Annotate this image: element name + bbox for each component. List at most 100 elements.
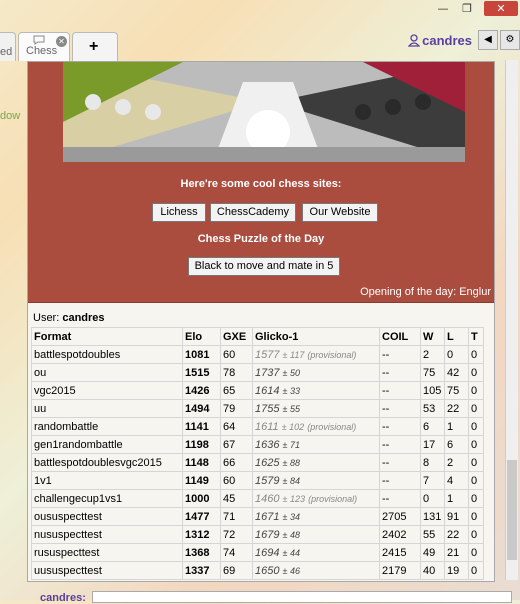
- puzzle-heading: Chess Puzzle of the Day: [197, 233, 325, 245]
- cell-format: challengecup1vs1: [31, 489, 183, 508]
- glicko-rating: 1579: [255, 474, 280, 487]
- cell-glicko: 1679 ± 48: [252, 525, 380, 544]
- cell-l: 6: [444, 435, 469, 454]
- glicko-value: 1636 ± 71: [255, 439, 300, 451]
- cell-gxe: 72: [220, 525, 253, 544]
- table-row: battlespotdoubles 1081 60 1577 ± 117 (provi…: [31, 345, 484, 364]
- cell-w: 49: [420, 543, 445, 562]
- cell-gxe: 67: [220, 435, 253, 454]
- lichess-button[interactable]: Lichess: [152, 203, 206, 222]
- cell-t: 0: [468, 561, 484, 580]
- table-row: rususpecttest 1368 74 1694 ± 44 2415 49 21 0: [31, 543, 484, 562]
- glicko-rating: 1460: [255, 492, 280, 505]
- cell-format: randombattle: [31, 417, 183, 436]
- cell-coil: --: [379, 345, 421, 364]
- cell-w: 2: [420, 345, 445, 364]
- cell-format: gen1randombattle: [31, 435, 183, 454]
- glicko-deviation: ± 102: [281, 421, 305, 432]
- cell-t: 0: [468, 471, 484, 490]
- chat-bubble-icon: [33, 35, 45, 45]
- cell-w: 105: [420, 381, 445, 400]
- cell-t: 0: [468, 363, 484, 382]
- cell-l: 22: [444, 525, 469, 544]
- chat-input[interactable]: [92, 591, 512, 603]
- cell-t: 0: [468, 453, 484, 472]
- cell-elo: 1148: [182, 453, 221, 472]
- cell-gxe: 60: [220, 345, 253, 364]
- cell-glicko: 1636 ± 71: [252, 435, 380, 454]
- cell-l: 22: [444, 399, 469, 418]
- tab-close-icon[interactable]: ✕: [56, 36, 67, 47]
- cell-gxe: 71: [220, 507, 253, 526]
- new-tab-button[interactable]: +: [72, 32, 118, 61]
- main-panel: Here're some cool chess sites: Lichess C…: [27, 61, 495, 582]
- scrollbar[interactable]: [505, 60, 518, 580]
- cell-coil: --: [379, 489, 421, 508]
- glicko-deviation: ± 88: [282, 457, 300, 468]
- cell-coil: --: [379, 453, 421, 472]
- tab-chess-label: Chess: [26, 45, 58, 57]
- chesscademy-button[interactable]: ChessCademy: [210, 203, 296, 222]
- glicko-value: 1460 ± 123 (provisional): [255, 493, 357, 505]
- restore-button[interactable]: ❐: [456, 1, 478, 16]
- tab-chess[interactable]: Chess ✕: [18, 32, 70, 61]
- cell-w: 53: [420, 399, 445, 418]
- tab-previous[interactable]: ed: [0, 32, 16, 61]
- scrollbar-thumb[interactable]: [507, 460, 517, 560]
- provisional-label: (provisional): [307, 349, 357, 360]
- cell-format: rususpecttest: [31, 543, 183, 562]
- promo-box: Here're some cool chess sites: Lichess C…: [28, 62, 494, 303]
- cell-coil: --: [379, 363, 421, 382]
- cell-w: 55: [420, 525, 445, 544]
- close-window-button[interactable]: ✕: [484, 1, 518, 16]
- table-row: gen1randombattle 1198 67 1636 ± 71 -- 17 6 0: [31, 435, 484, 454]
- cell-t: 0: [468, 381, 484, 400]
- cell-coil: 2402: [379, 525, 421, 544]
- glicko-rating: 1611: [255, 420, 279, 433]
- table-row: challengecup1vs1 1000 45 1460 ± 123 (provis…: [31, 489, 484, 508]
- cell-gxe: 45: [220, 489, 253, 508]
- cell-t: 0: [468, 543, 484, 562]
- table-header-row: Format Elo GXE Glicko-1 COIL W L T: [31, 327, 484, 346]
- cell-gxe: 69: [220, 561, 253, 580]
- our-website-button[interactable]: Our Website: [302, 203, 378, 222]
- glicko-rating: 1679: [255, 528, 280, 541]
- minimize-button[interactable]: —: [432, 1, 454, 16]
- cell-elo: 1081: [182, 345, 221, 364]
- cell-format: battlespotdoublesvgc2015: [31, 453, 183, 472]
- cell-format: uususpecttest: [31, 561, 183, 580]
- cell-l: 2: [444, 453, 469, 472]
- user-label: User:: [33, 312, 60, 324]
- volume-icon[interactable]: ◀: [478, 30, 498, 50]
- glicko-deviation: ± 123: [282, 493, 306, 504]
- glicko-value: 1579 ± 84: [255, 475, 300, 487]
- cell-l: 0: [444, 345, 469, 364]
- table-row: nususpecttest 1312 72 1679 ± 48 2402 55 22 0: [31, 525, 484, 544]
- username[interactable]: candres: [422, 33, 472, 48]
- col-gxe: GXE: [220, 327, 253, 346]
- col-coil: COIL: [379, 327, 421, 346]
- cell-coil: 2705: [379, 507, 421, 526]
- glicko-value: 1694 ± 44: [255, 547, 300, 559]
- glicko-value: 1614 ± 33: [255, 385, 300, 397]
- cell-glicko: 1755 ± 55: [252, 399, 380, 418]
- gear-icon[interactable]: ⚙: [500, 30, 520, 50]
- cell-w: 7: [420, 471, 445, 490]
- table-row: ou 1515 78 1737 ± 50 -- 75 42 0: [31, 363, 484, 382]
- cell-elo: 1494: [182, 399, 221, 418]
- table-row: uu 1494 79 1755 ± 55 -- 53 22 0: [31, 399, 484, 418]
- left-peek-text: dow: [0, 110, 21, 122]
- cell-gxe: 66: [220, 453, 253, 472]
- glicko-rating: 1625: [255, 456, 280, 469]
- puzzle-button[interactable]: Black to move and mate in 5: [188, 257, 340, 276]
- glicko-rating: 1636: [255, 438, 280, 451]
- cell-l: 75: [444, 381, 469, 400]
- table-row: 1v1 1149 60 1579 ± 84 -- 7 4 0: [31, 471, 484, 490]
- cell-elo: 1515: [182, 363, 221, 382]
- table-row: oususpecttest 1477 71 1671 ± 34 2705 131 91 0: [31, 507, 484, 526]
- cell-elo: 1149: [182, 471, 221, 490]
- cell-elo: 1477: [182, 507, 221, 526]
- col-glicko: Glicko-1: [252, 327, 380, 346]
- cell-glicko: 1611 ± 102 (provisional): [252, 417, 380, 436]
- cell-coil: --: [379, 399, 421, 418]
